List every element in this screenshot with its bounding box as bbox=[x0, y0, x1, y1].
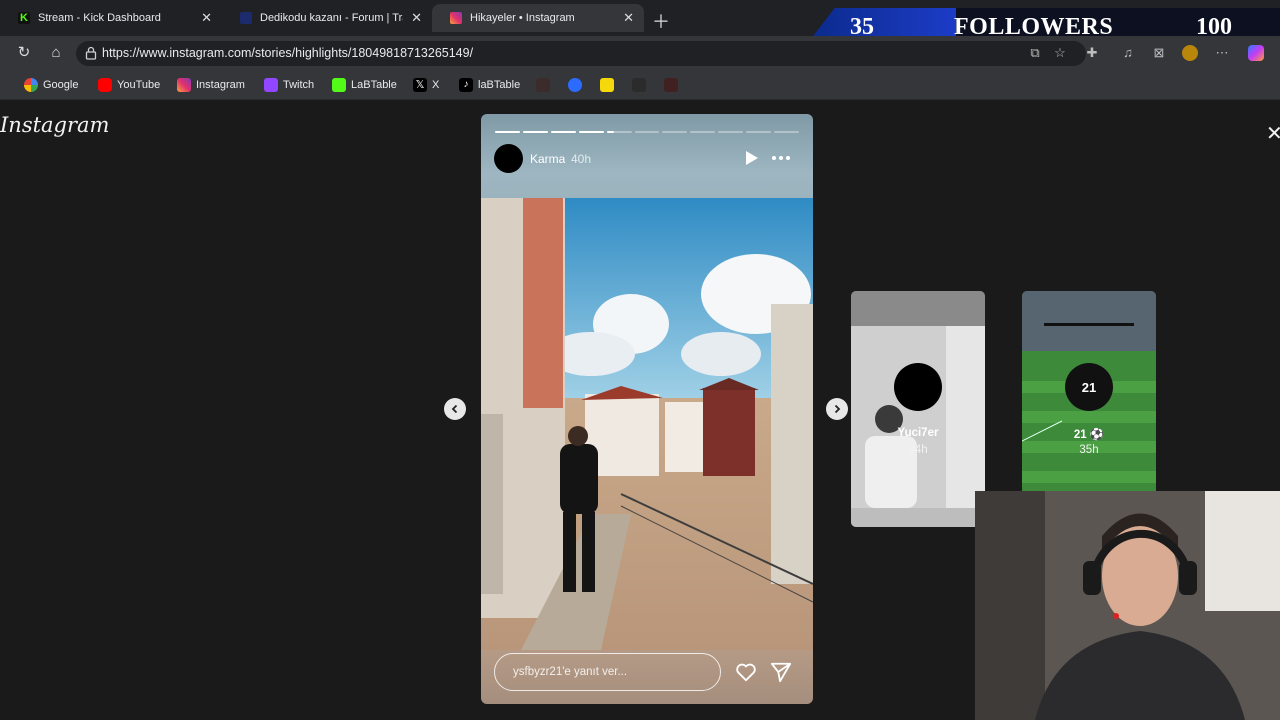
browser-toolbar: ↻ ⌂ https://www.instagram.com/stories/hi… bbox=[0, 36, 1280, 70]
forum-icon bbox=[240, 12, 252, 24]
x-icon: 𝕏 bbox=[413, 78, 427, 92]
story-photo bbox=[481, 198, 813, 650]
bookmark-label: Google bbox=[43, 79, 79, 91]
story-progress-fill bbox=[495, 131, 520, 133]
story-progress-segment bbox=[662, 131, 688, 133]
new-tab-button[interactable]: ＋ bbox=[652, 8, 670, 34]
story-timestamp: 40h bbox=[571, 152, 592, 166]
story-progress-segment bbox=[522, 131, 548, 133]
bookmark-label: LaBTable bbox=[351, 79, 397, 91]
story-progress-segment bbox=[550, 131, 576, 133]
kick-icon: K bbox=[18, 12, 30, 24]
story-progress-segment bbox=[578, 131, 604, 133]
tab-forum[interactable]: Dedikodu kazanı - Forum | Transfe ✕ bbox=[222, 4, 432, 32]
instagram-icon bbox=[177, 78, 191, 92]
story-progress-fill bbox=[578, 131, 604, 133]
heart-icon[interactable] bbox=[735, 661, 757, 683]
next-story-button[interactable] bbox=[826, 398, 848, 420]
story-progress-segment bbox=[495, 131, 520, 133]
send-icon[interactable] bbox=[770, 661, 792, 683]
instagram-logo[interactable]: Instagram bbox=[0, 113, 109, 137]
webcam-overlay bbox=[975, 491, 1280, 720]
bookmark-instagram[interactable]: Instagram bbox=[177, 77, 245, 93]
story-progress-fill bbox=[550, 131, 576, 133]
site-info-icon[interactable] bbox=[85, 46, 97, 60]
screenshot-icon[interactable]: ⊠ bbox=[1151, 45, 1167, 61]
preview-username: 21 ⚽ bbox=[1073, 429, 1105, 441]
story-viewer[interactable]: Karma 40h ysfbyzr21'e yanıt ver... bbox=[481, 114, 813, 704]
bookmark-label: YouTube bbox=[117, 79, 161, 91]
reload-icon[interactable]: ↻ bbox=[14, 43, 34, 63]
story-username[interactable]: Karma bbox=[530, 152, 565, 166]
bookmark-youtube[interactable]: YouTube bbox=[98, 77, 160, 93]
story-progress-segment bbox=[718, 131, 744, 133]
bookmark-google[interactable]: Google bbox=[24, 77, 78, 93]
story-progress-segment bbox=[746, 131, 772, 133]
bookmark-icon-5[interactable] bbox=[664, 78, 678, 92]
address-bar[interactable]: https://www.instagram.com/stories/highli… bbox=[76, 41, 1086, 66]
tab-kick-dashboard[interactable]: K Stream - Kick Dashboard ✕ bbox=[0, 4, 222, 32]
home-icon[interactable]: ⌂ bbox=[46, 43, 66, 63]
bookmark-x[interactable]: 𝕏 X bbox=[413, 77, 439, 93]
close-tab-icon[interactable]: ✕ bbox=[411, 10, 422, 26]
profile-avatar[interactable] bbox=[1182, 45, 1198, 61]
google-icon bbox=[24, 78, 38, 92]
bookmark-labtable-tiktok[interactable]: ♪ laBTable bbox=[459, 77, 520, 93]
tiktok-icon: ♪ bbox=[459, 78, 473, 92]
instagram-icon bbox=[450, 12, 462, 24]
instagram-stories-page: Instagram ✕ Karma 40h ysfbyzr21'e yanıt … bbox=[0, 101, 1280, 720]
story-progress-segment bbox=[690, 131, 716, 133]
media-icon[interactable]: ♫ bbox=[1120, 45, 1136, 61]
preview-avatar bbox=[894, 363, 942, 411]
bookmarks-bar: Google YouTube Instagram Twitch LaBTable… bbox=[0, 70, 1280, 100]
preview-timestamp: 35h bbox=[1079, 444, 1099, 456]
bookmark-label: Instagram bbox=[196, 79, 245, 91]
preview-avatar: 21 bbox=[1065, 363, 1113, 411]
tab-instagram-stories[interactable]: Hikayeler • Instagram ✕ bbox=[432, 4, 644, 32]
reply-input[interactable]: ysfbyzr21'e yanıt ver... bbox=[494, 653, 721, 691]
close-tab-icon[interactable]: ✕ bbox=[201, 10, 212, 26]
open-in-app-icon[interactable]: ⧉ bbox=[1027, 45, 1043, 61]
chevron-left-icon bbox=[451, 404, 458, 414]
story-progress-segment bbox=[634, 131, 660, 133]
more-menu-icon[interactable]: ⋯ bbox=[1214, 45, 1230, 61]
play-icon[interactable] bbox=[743, 150, 759, 166]
story-preview-1[interactable]: Yuci7er 94h bbox=[851, 291, 985, 527]
bookmark-icon-2[interactable] bbox=[568, 78, 582, 92]
tab-title: Hikayeler • Instagram bbox=[470, 12, 575, 24]
tab-title: Dedikodu kazanı - Forum | Transfe bbox=[260, 12, 403, 24]
chevron-right-icon bbox=[834, 404, 841, 414]
bookmark-icon-1[interactable] bbox=[536, 78, 550, 92]
youtube-icon bbox=[98, 78, 112, 92]
url-text: https://www.instagram.com/stories/highli… bbox=[102, 46, 474, 60]
bookmark-icon-4[interactable] bbox=[632, 78, 646, 92]
bookmark-label: Twitch bbox=[283, 79, 315, 91]
bookmark-icon-3[interactable] bbox=[600, 78, 614, 92]
extensions-icon[interactable]: ✚ bbox=[1084, 45, 1100, 61]
previous-story-button[interactable] bbox=[444, 398, 466, 420]
webcam-feed bbox=[975, 491, 1280, 720]
preview-timestamp: 94h bbox=[908, 444, 928, 456]
preview-username: Yuci7er bbox=[897, 427, 939, 439]
story-avatar[interactable] bbox=[494, 144, 523, 173]
story-progress-bar bbox=[495, 131, 799, 133]
twitch-icon bbox=[264, 78, 278, 92]
close-tab-icon[interactable]: ✕ bbox=[623, 10, 634, 26]
story-progress-fill bbox=[606, 131, 615, 133]
close-icon[interactable]: ✕ bbox=[1266, 121, 1280, 146]
story-progress-segment bbox=[606, 131, 632, 133]
story-progress-fill bbox=[522, 131, 548, 133]
reply-placeholder: ysfbyzr21'e yanıt ver... bbox=[513, 666, 628, 678]
story-progress-segment bbox=[774, 131, 799, 133]
bookmark-label: laBTable bbox=[478, 79, 521, 91]
jersey-icon: 21 bbox=[1081, 379, 1097, 395]
tab-title: Stream - Kick Dashboard bbox=[38, 12, 161, 24]
bookmark-twitch[interactable]: Twitch bbox=[264, 77, 314, 93]
bookmark-labtable-kick[interactable]: LaBTable bbox=[332, 77, 397, 93]
copilot-icon[interactable] bbox=[1248, 45, 1264, 61]
bookmark-label: X bbox=[432, 79, 440, 91]
kick-icon bbox=[332, 78, 346, 92]
more-options-icon[interactable] bbox=[771, 150, 791, 166]
favorite-star-icon[interactable]: ☆ bbox=[1052, 45, 1068, 61]
